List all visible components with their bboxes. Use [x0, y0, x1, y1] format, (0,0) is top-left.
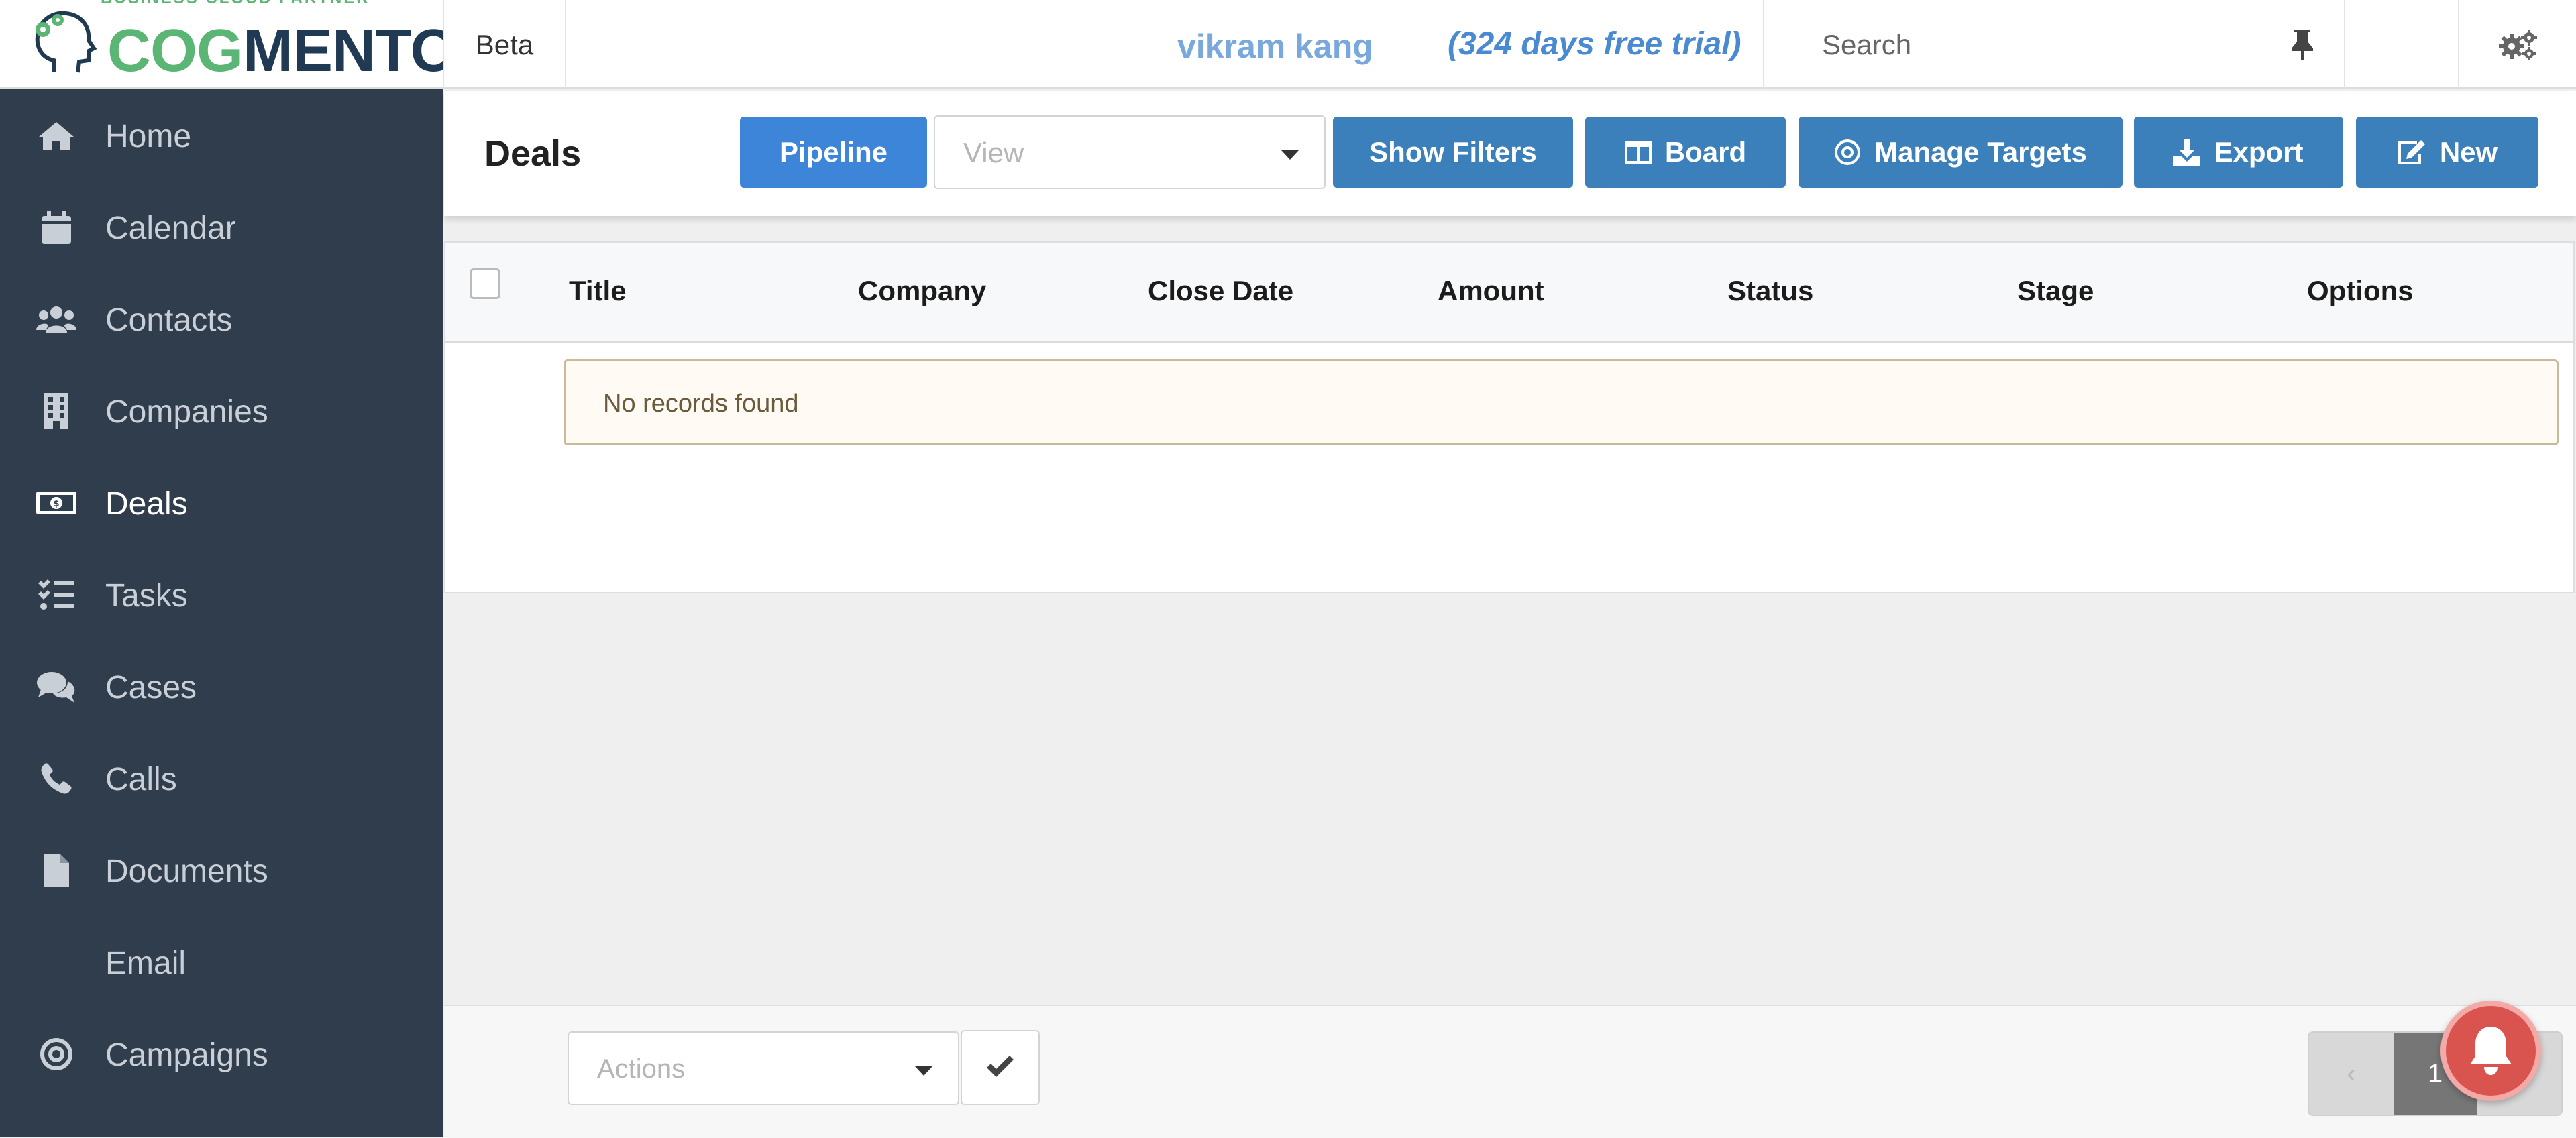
pipeline-label: Pipeline: [779, 136, 888, 168]
deals-table: Title Company Close Date Amount Status S…: [444, 241, 2575, 593]
empty-state-text: No records found: [603, 390, 799, 418]
logo[interactable]: BUSINESS CLOUD PARTNER COGMENTO: [0, 0, 444, 89]
sidebar-item-label: Tasks: [105, 578, 188, 614]
building-icon: [36, 392, 76, 430]
logo-head-icon: [35, 11, 97, 73]
pipeline-button[interactable]: Pipeline: [740, 117, 927, 188]
actions-placeholder: Actions: [597, 1054, 686, 1084]
board-button[interactable]: Board: [1585, 117, 1786, 188]
sidebar-item-label: Contacts: [105, 302, 233, 338]
sidebar-item-campaigns[interactable]: Campaigns: [0, 1009, 443, 1100]
new-button[interactable]: New: [2356, 117, 2538, 188]
beta-label: Beta: [444, 0, 566, 89]
money-icon: $: [36, 484, 76, 522]
edit-icon: [2398, 140, 2425, 164]
file-icon: [36, 852, 76, 889]
users-icon: [36, 300, 76, 338]
view-placeholder: View: [963, 137, 1024, 168]
header-divider: [2458, 0, 2459, 89]
pin-icon[interactable]: [2290, 28, 2314, 62]
column-header-amount[interactable]: Amount: [1438, 275, 1544, 307]
sidebar-item-deals[interactable]: $ Deals: [0, 457, 443, 549]
sidebar-item-label: Home: [105, 119, 192, 154]
bullseye-icon: [36, 1035, 76, 1073]
show-filters-label: Show Filters: [1369, 136, 1537, 168]
column-header-options: Options: [2307, 275, 2414, 306]
view-select[interactable]: View: [934, 115, 1326, 189]
notification-bell-button[interactable]: [2440, 1001, 2541, 1101]
chevron-down-icon: [1281, 150, 1299, 160]
gear-icon[interactable]: [2498, 30, 2537, 60]
page-title: Deals: [484, 133, 582, 174]
show-filters-button[interactable]: Show Filters: [1333, 117, 1573, 188]
sidebar-item-cases[interactable]: Cases: [0, 641, 443, 732]
logo-wordmark: COGMENTO: [107, 17, 444, 84]
export-button[interactable]: Export: [2134, 117, 2343, 188]
bullseye-icon: [1835, 139, 1861, 165]
user-name[interactable]: vikram kang: [1177, 27, 1373, 66]
search-input[interactable]: [1821, 25, 2226, 64]
export-label: Export: [2214, 136, 2304, 168]
table-header: Title Company Close Date Amount Status S…: [445, 243, 2573, 343]
check-icon: [987, 1056, 1014, 1077]
column-header-title[interactable]: Title: [569, 275, 627, 307]
sidebar-item-tasks[interactable]: Tasks: [0, 549, 443, 640]
sidebar-item-contacts[interactable]: Contacts: [0, 274, 443, 365]
sidebar-item-label: Email: [105, 946, 186, 981]
columns-icon: [1624, 141, 1652, 164]
sidebar-item-label: Companies: [105, 394, 268, 430]
trial-status: (324 days free trial): [1448, 26, 1741, 62]
table-footer: Actions ‹ 1 ›: [444, 1005, 2576, 1138]
prev-page-button[interactable]: ‹: [2309, 1033, 2394, 1115]
sidebar-item-label: Campaigns: [105, 1037, 268, 1073]
logo-tagline: BUSINESS CLOUD PARTNER: [101, 0, 370, 8]
calendar-icon: [36, 209, 76, 246]
new-label: New: [2439, 136, 2498, 168]
sidebar-item-calendar[interactable]: Calendar: [0, 182, 443, 273]
actions-select[interactable]: Actions: [568, 1031, 959, 1105]
empty-state-message: No records found: [564, 359, 2559, 445]
sidebar-item-label: Documents: [105, 854, 268, 889]
sidebar-item-email[interactable]: Email: [0, 917, 443, 1008]
chevron-down-icon: [915, 1066, 932, 1076]
sidebar-item-home[interactable]: Home: [0, 90, 443, 181]
sidebar-item-documents[interactable]: Documents: [0, 825, 443, 916]
search-box: [1763, 0, 2345, 89]
column-header-close-date[interactable]: Close Date: [1148, 275, 1293, 307]
bell-icon: [2470, 1027, 2512, 1075]
tasks-icon: [36, 576, 76, 614]
deals-toolbar: Deals Pipeline View Show Filters Board M…: [444, 91, 2576, 216]
phone-icon: [36, 760, 76, 797]
svg-text:$: $: [53, 499, 59, 509]
sidebar-item-companies[interactable]: Companies: [0, 365, 443, 457]
sidebar: Home Calendar Contacts Companies $ Deals…: [0, 89, 443, 1137]
column-header-status[interactable]: Status: [1727, 275, 1813, 307]
sidebar-item-label: Deals: [105, 486, 188, 522]
sidebar-item-label: Calendar: [105, 211, 236, 246]
select-all-checkbox[interactable]: [470, 268, 500, 299]
manage-targets-label: Manage Targets: [1874, 136, 2087, 168]
apply-action-button[interactable]: [961, 1030, 1040, 1105]
top-header: BUSINESS CLOUD PARTNER COGMENTO Beta vik…: [0, 0, 2576, 89]
sidebar-item-calls[interactable]: Calls: [0, 733, 443, 824]
comments-icon: [36, 668, 76, 705]
sidebar-item-label: Cases: [105, 670, 197, 705]
board-label: Board: [1664, 136, 1747, 168]
column-header-company[interactable]: Company: [858, 275, 986, 307]
home-icon: [36, 117, 76, 154]
manage-targets-button[interactable]: Manage Targets: [1799, 117, 2123, 188]
download-icon: [2174, 139, 2201, 166]
column-header-stage[interactable]: Stage: [2017, 275, 2094, 307]
sidebar-item-label: Calls: [105, 762, 177, 797]
